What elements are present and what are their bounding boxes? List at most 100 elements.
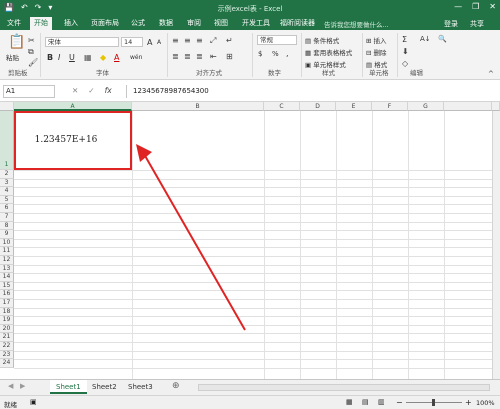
tab-review[interactable]: 审阅 [183, 17, 205, 30]
row-header[interactable]: 3 [0, 178, 14, 188]
align-center-icon[interactable]: ≣ [184, 52, 191, 61]
cancel-icon[interactable]: ✕ [72, 86, 78, 95]
collapse-ribbon-icon[interactable]: ^ [488, 70, 494, 79]
tab-foxit[interactable]: 福昕阅读器 [276, 17, 319, 30]
row-header[interactable]: 22 [0, 342, 14, 351]
row-header[interactable]: 2 [0, 170, 14, 179]
underline-button[interactable]: U [69, 53, 75, 62]
next-sheet-icon[interactable]: ▶ [20, 382, 25, 390]
login-link[interactable]: 登录 [444, 19, 458, 29]
tab-home[interactable]: 开始 [30, 17, 52, 30]
find-select-button[interactable]: 🔍 [438, 35, 447, 43]
comma-button[interactable]: , [286, 49, 289, 58]
tab-formulas[interactable]: 公式 [127, 17, 149, 30]
column-header[interactable]: C [264, 102, 300, 111]
merge-center-icon[interactable]: ⊞ [226, 52, 233, 61]
row-header[interactable]: 9 [0, 230, 14, 239]
row-header[interactable]: 19 [0, 316, 14, 325]
row-header[interactable]: 20 [0, 324, 14, 334]
sheet-tab-sheet3[interactable]: Sheet3 [122, 380, 159, 394]
vertical-scrollbar[interactable] [492, 111, 500, 379]
delete-cells-button[interactable]: ⊟ 删除 [366, 47, 387, 57]
tab-insert[interactable]: 插入 [60, 17, 82, 30]
insert-function-icon[interactable]: fx [105, 86, 112, 95]
row-header[interactable]: 11 [0, 247, 14, 256]
row-header[interactable]: 7 [0, 213, 14, 222]
tell-me-search[interactable]: 告诉我您想要做什么... [324, 19, 389, 29]
italic-button[interactable]: I [58, 53, 60, 62]
column-header[interactable]: F [372, 102, 408, 111]
cut-icon[interactable]: ✂ [28, 36, 35, 45]
row-header[interactable]: 12 [0, 256, 14, 265]
row-header[interactable]: 18 [0, 307, 14, 317]
row-header[interactable]: 17 [0, 299, 14, 308]
row-header[interactable]: 10 [0, 238, 14, 248]
fill-icon[interactable]: ⬇ [402, 47, 409, 56]
name-box[interactable]: A1 [3, 85, 55, 98]
tab-view[interactable]: 视图 [210, 17, 232, 30]
row-header[interactable]: 16 [0, 290, 14, 299]
enter-icon[interactable]: ✓ [88, 86, 94, 95]
fill-color-button[interactable]: ◆ [100, 53, 106, 62]
autosum-button[interactable]: Σ [402, 35, 407, 44]
share-button[interactable]: 共享 [470, 19, 484, 29]
row-header[interactable]: 8 [0, 221, 14, 231]
row-header[interactable]: 6 [0, 204, 14, 213]
indent-icon[interactable]: ⇤ [210, 52, 217, 61]
number-format-select[interactable]: 常规 [257, 35, 297, 45]
prev-sheet-icon[interactable]: ◀ [8, 382, 13, 390]
row-header[interactable]: 21 [0, 333, 14, 342]
minimize-button[interactable]: — [454, 2, 462, 11]
normal-view-icon[interactable]: ▦ [346, 398, 353, 406]
add-sheet-icon[interactable]: ⊕ [172, 381, 180, 391]
macro-record-icon[interactable]: ▣ [30, 398, 37, 406]
phonetic-button[interactable]: wén [130, 54, 142, 61]
copy-icon[interactable]: ⧉ [28, 47, 34, 56]
font-size-select[interactable]: 14 [121, 37, 143, 47]
clear-icon[interactable]: ◇ [402, 59, 408, 68]
row-header[interactable]: 15 [0, 281, 14, 291]
sheet-tab-sheet2[interactable]: Sheet2 [86, 380, 123, 394]
align-middle-icon[interactable]: ≡ [184, 36, 191, 45]
row-header[interactable]: 14 [0, 273, 14, 282]
align-bottom-icon[interactable]: ≡ [196, 36, 203, 45]
row-header[interactable]: 1 [0, 111, 14, 170]
align-top-icon[interactable]: ≡ [172, 36, 179, 45]
zoom-slider-thumb[interactable] [432, 399, 435, 406]
select-all-corner[interactable] [0, 102, 14, 111]
bold-button[interactable]: B [47, 53, 53, 62]
tab-file[interactable]: 文件 [3, 17, 25, 30]
column-header[interactable]: B [132, 102, 264, 111]
paste-button-label[interactable]: 粘贴 [6, 52, 19, 62]
paste-icon[interactable]: 📋 [8, 34, 25, 50]
cell-a1[interactable]: 1.23457E+16 [14, 111, 132, 170]
row-header[interactable]: 23 [0, 350, 14, 360]
sort-filter-button[interactable]: A↓ [420, 35, 431, 43]
tab-page-layout[interactable]: 页面布局 [87, 17, 123, 30]
insert-cells-button[interactable]: ⊞ 插入 [366, 35, 387, 45]
row-header[interactable]: 24 [0, 359, 14, 368]
orientation-icon[interactable]: ⤢ [210, 36, 216, 45]
border-button[interactable]: ▦ [84, 53, 92, 62]
row-header[interactable]: 13 [0, 264, 14, 274]
zoom-in-button[interactable]: + [465, 398, 472, 407]
formula-input[interactable]: 12345678987654300 [126, 85, 496, 98]
format-as-table-button[interactable]: ▦ 套用表格格式 [305, 47, 352, 57]
worksheet-grid[interactable]: A B C D E F G 1 2 3 4 5 6 7 8 9 10 11 12 13 14 15 16 17 1… [0, 102, 500, 379]
horizontal-scrollbar[interactable] [198, 384, 490, 391]
align-right-icon[interactable]: ≣ [196, 52, 203, 61]
format-painter-icon[interactable]: 🖌 [28, 58, 38, 67]
grow-font-button[interactable]: A [147, 38, 152, 47]
close-button[interactable]: ✕ [489, 2, 496, 11]
restore-button[interactable]: ❐ [472, 2, 479, 11]
row-header[interactable]: 4 [0, 187, 14, 196]
shrink-font-button[interactable]: A [157, 39, 161, 46]
sheet-tab-sheet1[interactable]: Sheet1 [50, 380, 87, 394]
conditional-format-button[interactable]: ▤ 条件格式 [305, 35, 339, 45]
wrap-text-icon[interactable]: ↵ [226, 36, 233, 45]
zoom-out-button[interactable]: − [396, 398, 403, 407]
align-left-icon[interactable]: ≣ [172, 52, 179, 61]
scrollbar-top[interactable] [492, 102, 500, 111]
column-header[interactable]: A [14, 102, 132, 111]
font-name-select[interactable]: 宋体 [45, 37, 119, 47]
